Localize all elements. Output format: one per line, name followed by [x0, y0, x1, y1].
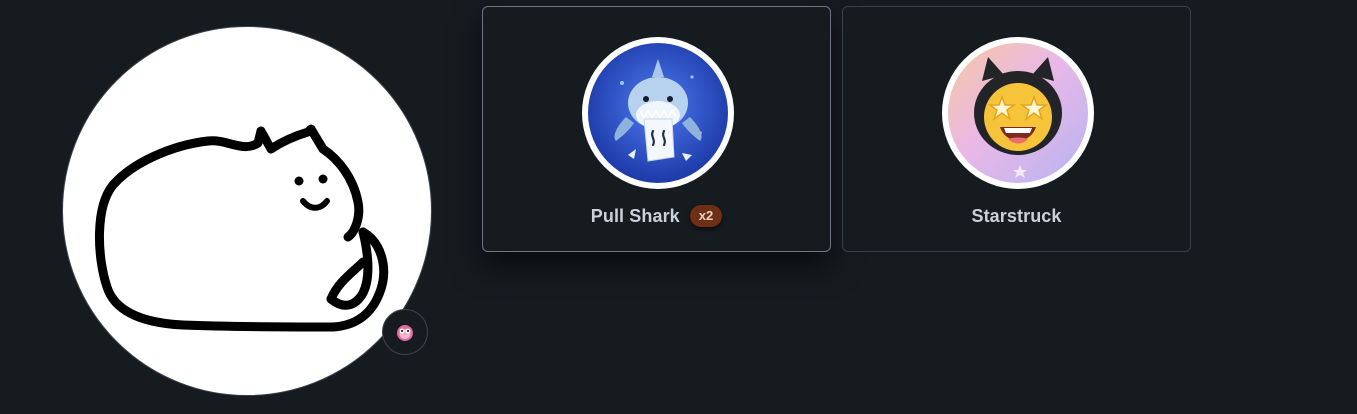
achievement-card-pull-shark[interactable]: Pull Shark x2	[482, 6, 831, 252]
starstruck-badge-icon	[948, 43, 1088, 183]
pink-owl-emoji-icon	[397, 325, 413, 341]
starstruck-badge	[942, 37, 1094, 189]
pull-shark-badge	[582, 37, 734, 189]
achievement-label-row: Pull Shark x2	[483, 203, 830, 229]
profile-avatar-container	[62, 26, 432, 396]
avatar[interactable]	[62, 26, 432, 396]
achievement-title: Pull Shark	[590, 205, 680, 226]
status-emoji-button[interactable]	[382, 309, 428, 355]
achievement-tier-badge: x2	[689, 205, 723, 227]
pull-shark-badge-icon	[588, 43, 728, 183]
achievement-title: Starstruck	[971, 205, 1062, 226]
achievement-label-row: Starstruck	[843, 203, 1190, 229]
lying-cat-doodle-icon	[94, 124, 389, 332]
profile-achievements-area: Pull Shark x2 Starstruck	[0, 0, 1357, 414]
achievement-card-starstruck[interactable]: Starstruck	[842, 6, 1191, 252]
